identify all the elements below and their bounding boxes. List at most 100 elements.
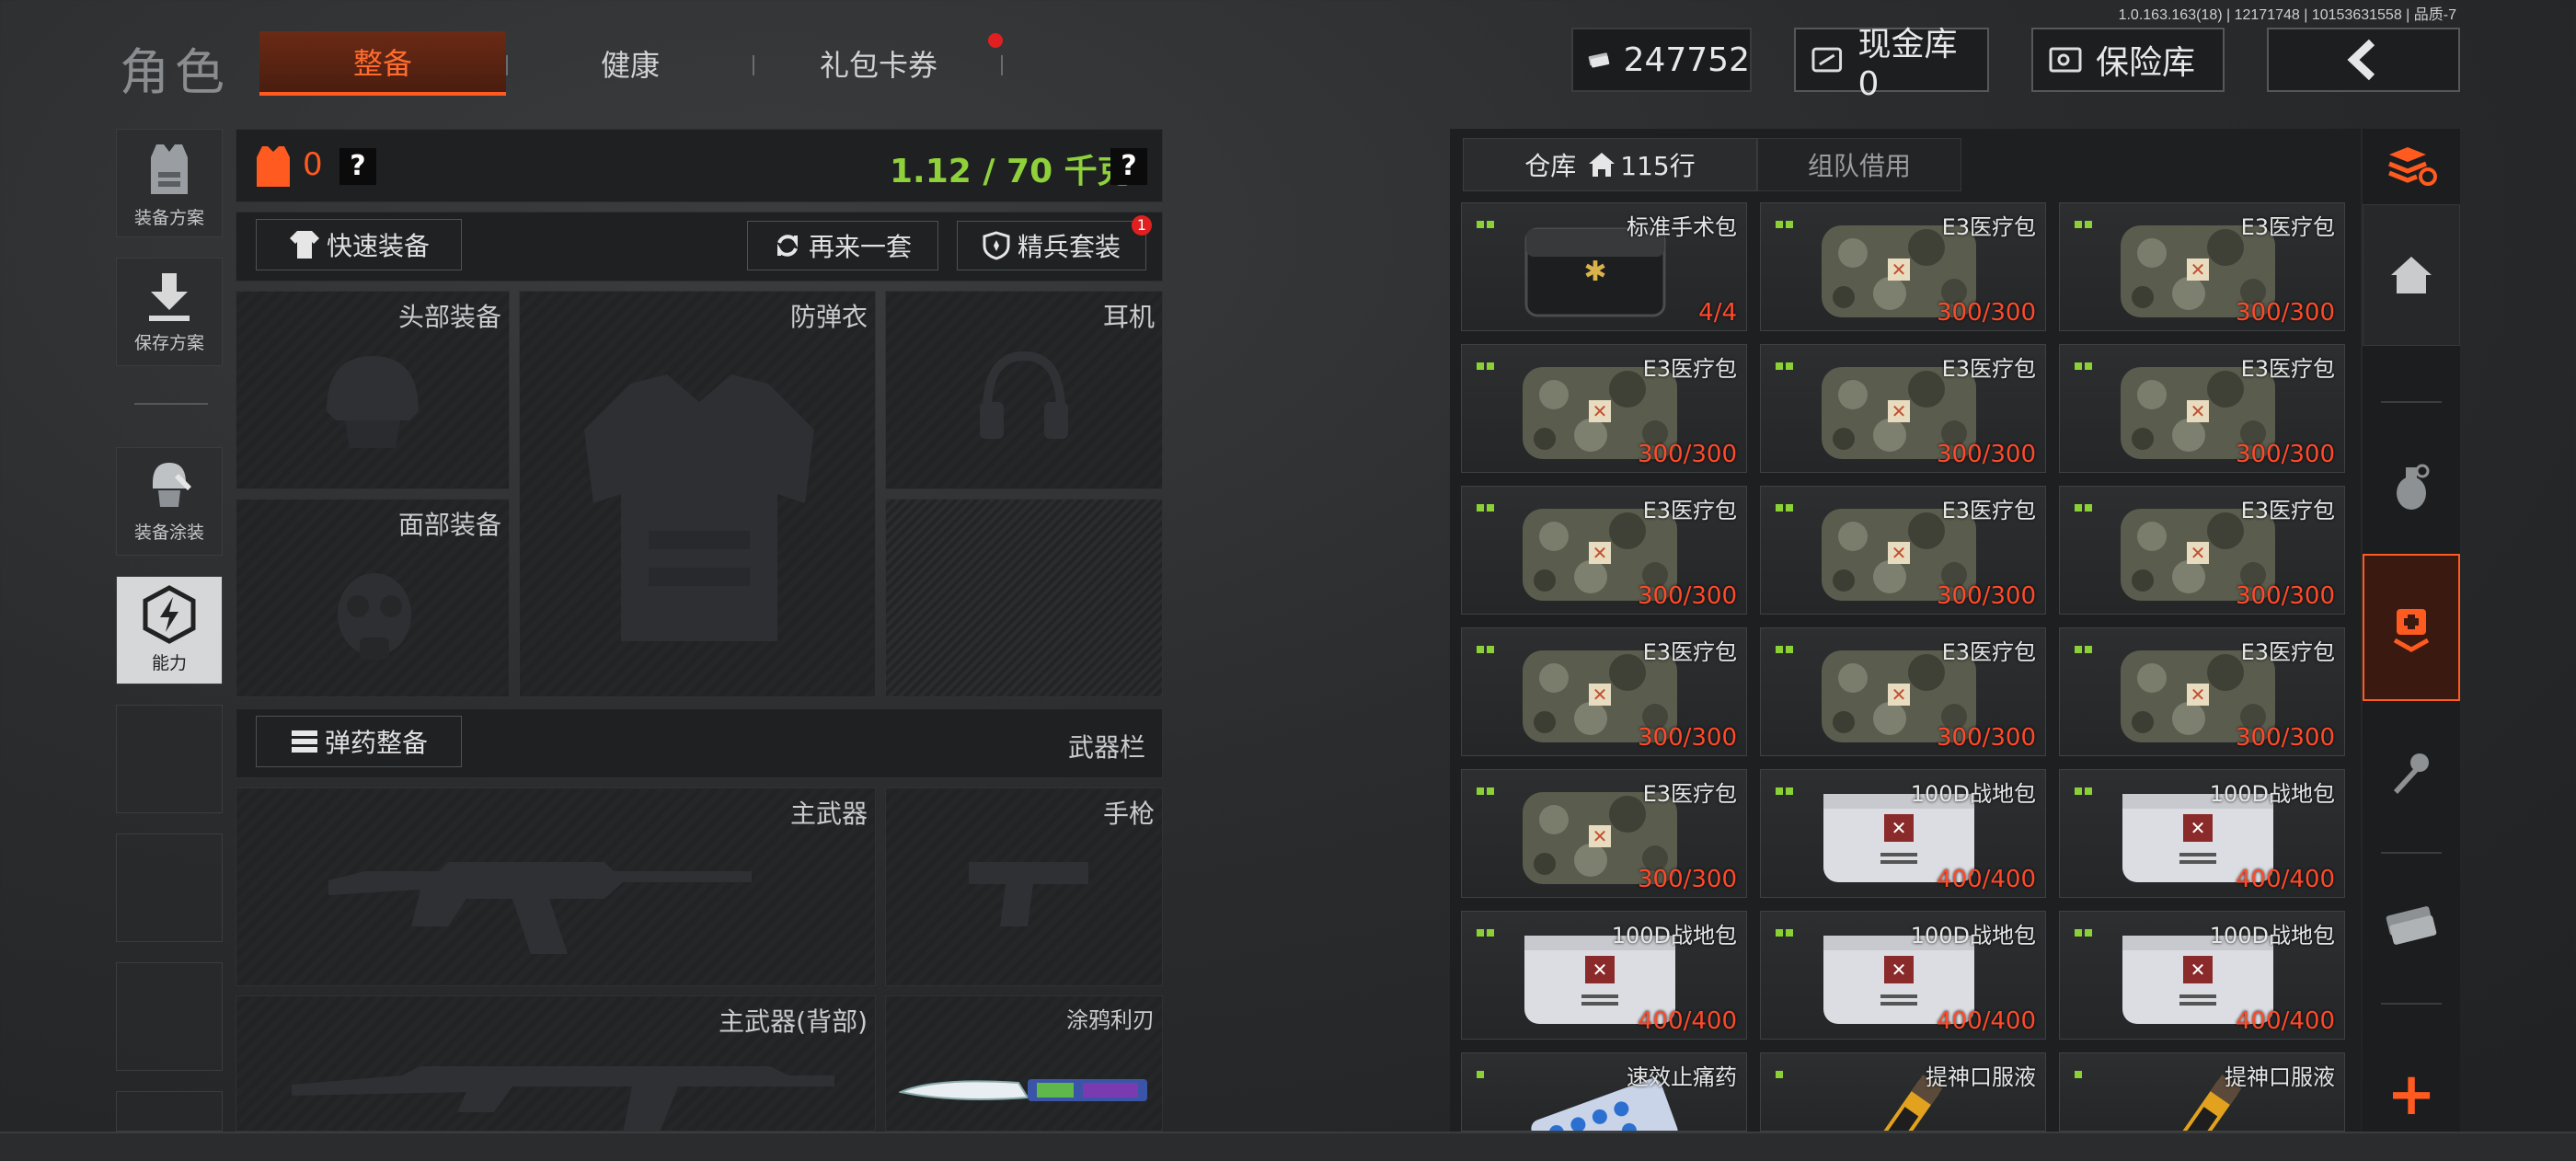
melee-slot[interactable]: 涂鸦利刃 — [885, 995, 1163, 1132]
face-gear-slot[interactable]: 面部装备 — [236, 499, 510, 697]
svg-text:✕: ✕ — [1593, 959, 1608, 981]
item-count: 300/300 — [1936, 582, 2036, 610]
medical-filter-button[interactable] — [2363, 554, 2460, 701]
warehouse-item-card[interactable]: ✱ 标准手术包 4/4 — [1461, 202, 1747, 331]
svg-text:✕: ✕ — [2191, 684, 2206, 706]
pistol-slot[interactable]: 手枪 — [885, 787, 1163, 986]
warehouse-item-card[interactable]: ✕ 100D战地包 400/400 — [1760, 769, 2046, 898]
warehouse-rows: 115行 — [1620, 151, 1696, 181]
weight-help-button[interactable]: ? — [1110, 148, 1147, 185]
sidebar-item-save-plan[interactable]: 保存方案 — [116, 258, 223, 366]
item-count: 300/300 — [1936, 441, 2036, 468]
warehouse-item-card[interactable]: 速效止痛药 — [1461, 1052, 1747, 1132]
sort-stack-button[interactable] — [2363, 129, 2460, 202]
tab-team-borrow[interactable]: 组队借用 — [1757, 138, 1961, 191]
grenade-filter-button[interactable] — [2363, 432, 2460, 543]
shield-icon — [983, 231, 1010, 260]
rarity-dots — [1776, 781, 1796, 799]
tab-prepare[interactable]: 整备 — [259, 31, 506, 96]
item-count: 300/300 — [1936, 724, 2036, 752]
head-gear-slot[interactable]: 头部装备 — [236, 291, 510, 489]
item-name: 100D战地包 — [1611, 923, 1737, 948]
money-filter-button[interactable] — [2363, 865, 2460, 984]
warehouse-item-card[interactable]: ✕ E3医疗包 300/300 — [2059, 344, 2345, 473]
item-count: 300/300 — [1936, 299, 2036, 327]
key-filter-button[interactable] — [2363, 718, 2460, 828]
ammo-prep-label: 弹药整备 — [324, 728, 428, 758]
add-button[interactable]: + — [2363, 1058, 2460, 1132]
sidebar-item-paint[interactable]: 装备涂装 — [116, 447, 223, 556]
primary-weapon-slot[interactable]: 主武器 — [236, 787, 876, 986]
warehouse-item-card[interactable]: ✕ E3医疗包 300/300 — [1760, 486, 2046, 615]
item-name: E3医疗包 — [1941, 214, 2036, 240]
column-divider — [2381, 401, 2442, 403]
warehouse-item-card[interactable]: ✕ 100D战地包 400/400 — [2059, 769, 2345, 898]
warehouse-item-card[interactable]: ✕ E3医疗包 300/300 — [1461, 627, 1747, 756]
equip-status-bar: 0 ? 1.12 / 70 千克 ? — [236, 129, 1163, 202]
armor-help-button[interactable]: ? — [339, 148, 376, 185]
slot-label: 主武器 — [789, 799, 868, 829]
vest-icon — [151, 144, 188, 194]
weight-value: 1.12 / 70 千克 — [890, 153, 1131, 190]
svg-text:✕: ✕ — [1593, 825, 1608, 847]
grenade-icon — [2397, 464, 2430, 510]
primary-back-weapon-slot[interactable]: 主武器(背部) — [236, 995, 876, 1132]
armor-value: 0 — [303, 146, 323, 183]
item-name: 100D战地包 — [2209, 923, 2335, 948]
warehouse-item-card[interactable]: ✕ E3医疗包 300/300 — [2059, 486, 2345, 615]
home-filter-button[interactable] — [2363, 204, 2460, 346]
svg-text:✕: ✕ — [1892, 400, 1907, 422]
rarity-dots — [1776, 356, 1796, 374]
sidebar-item-ability[interactable]: 能力 — [116, 576, 223, 684]
warehouse-item-card[interactable]: ✕ E3医疗包 300/300 — [1760, 627, 2046, 756]
ammo-icon — [291, 730, 317, 753]
tab-health[interactable]: 健康 — [538, 31, 722, 96]
rarity-dots — [1776, 923, 1796, 940]
sidebar-item-label: 装备涂装 — [133, 523, 204, 543]
warehouse-item-card[interactable]: ✕ E3医疗包 300/300 — [1760, 344, 2046, 473]
warehouse-item-card[interactable]: 提神口服液 — [1760, 1052, 2046, 1132]
item-name: 100D战地包 — [1910, 781, 2036, 807]
rarity-dots — [2075, 781, 2095, 799]
back-button[interactable] — [2267, 28, 2460, 92]
warehouse-item-card[interactable]: ✕ E3医疗包 300/300 — [2059, 627, 2345, 756]
headset-icon — [980, 351, 1068, 439]
sidebar-item-loadout-plan[interactable]: 装备方案 — [116, 129, 223, 237]
warehouse-item-card[interactable]: ✕ 100D战地包 400/400 — [2059, 911, 2345, 1040]
svg-text:✕: ✕ — [1892, 684, 1907, 706]
quick-equip-label: 快速装备 — [326, 231, 430, 261]
rarity-dots — [1477, 639, 1497, 657]
elite-badge: 1 — [1132, 215, 1152, 236]
tab-warehouse[interactable]: 仓库 115行 — [1463, 138, 1757, 191]
warehouse-item-card[interactable]: ✕ 100D战地包 400/400 — [1760, 911, 2046, 1040]
item-count: 300/300 — [2235, 441, 2335, 468]
tab-gift-coupons[interactable]: 礼包卡券 — [773, 31, 984, 96]
rarity-dots — [1776, 1064, 1786, 1082]
tab-divider — [506, 55, 508, 75]
headset-slot[interactable]: 耳机 — [885, 291, 1163, 489]
cash-vault-button[interactable]: 现金库 0 — [1794, 26, 1989, 103]
key-icon — [2394, 753, 2429, 794]
warehouse-item-card[interactable]: 提神口服液 — [2059, 1052, 2345, 1132]
elite-set-label: 精兵套装 — [1017, 232, 1121, 262]
item-count: 300/300 — [1637, 724, 1737, 752]
item-name: E3医疗包 — [1642, 356, 1737, 382]
warehouse-item-card[interactable]: ✕ E3医疗包 300/300 — [1461, 344, 1747, 473]
warehouse-item-card[interactable]: ✕ E3医疗包 300/300 — [1760, 202, 2046, 331]
warehouse-tab-label: 仓库 — [1524, 151, 1577, 181]
slot-label: 面部装备 — [397, 510, 501, 540]
svg-text:✕: ✕ — [1593, 400, 1608, 422]
sidebar-item-label: 能力 — [151, 653, 187, 673]
body-armor-slot[interactable]: 防弹衣 — [519, 291, 876, 697]
ammo-prep-button[interactable]: 弹药整备 — [256, 716, 462, 767]
warehouse-item-card[interactable]: ✕ E3医疗包 300/300 — [1461, 769, 1747, 898]
safe-vault-button[interactable]: 保险库 — [2031, 28, 2225, 92]
again-button[interactable]: 再来一套 — [747, 221, 938, 270]
warehouse-item-card[interactable]: ✕ E3医疗包 300/300 — [1461, 486, 1747, 615]
warehouse-item-card[interactable]: ✕ 100D战地包 400/400 — [1461, 911, 1747, 1040]
svg-text:✕: ✕ — [2191, 400, 2206, 422]
elite-set-button[interactable]: 精兵套装 — [957, 221, 1146, 270]
warehouse-item-card[interactable]: ✕ E3医疗包 300/300 — [2059, 202, 2345, 331]
quick-equip-button[interactable]: 快速装备 — [256, 219, 462, 270]
item-count: 300/300 — [2235, 582, 2335, 610]
